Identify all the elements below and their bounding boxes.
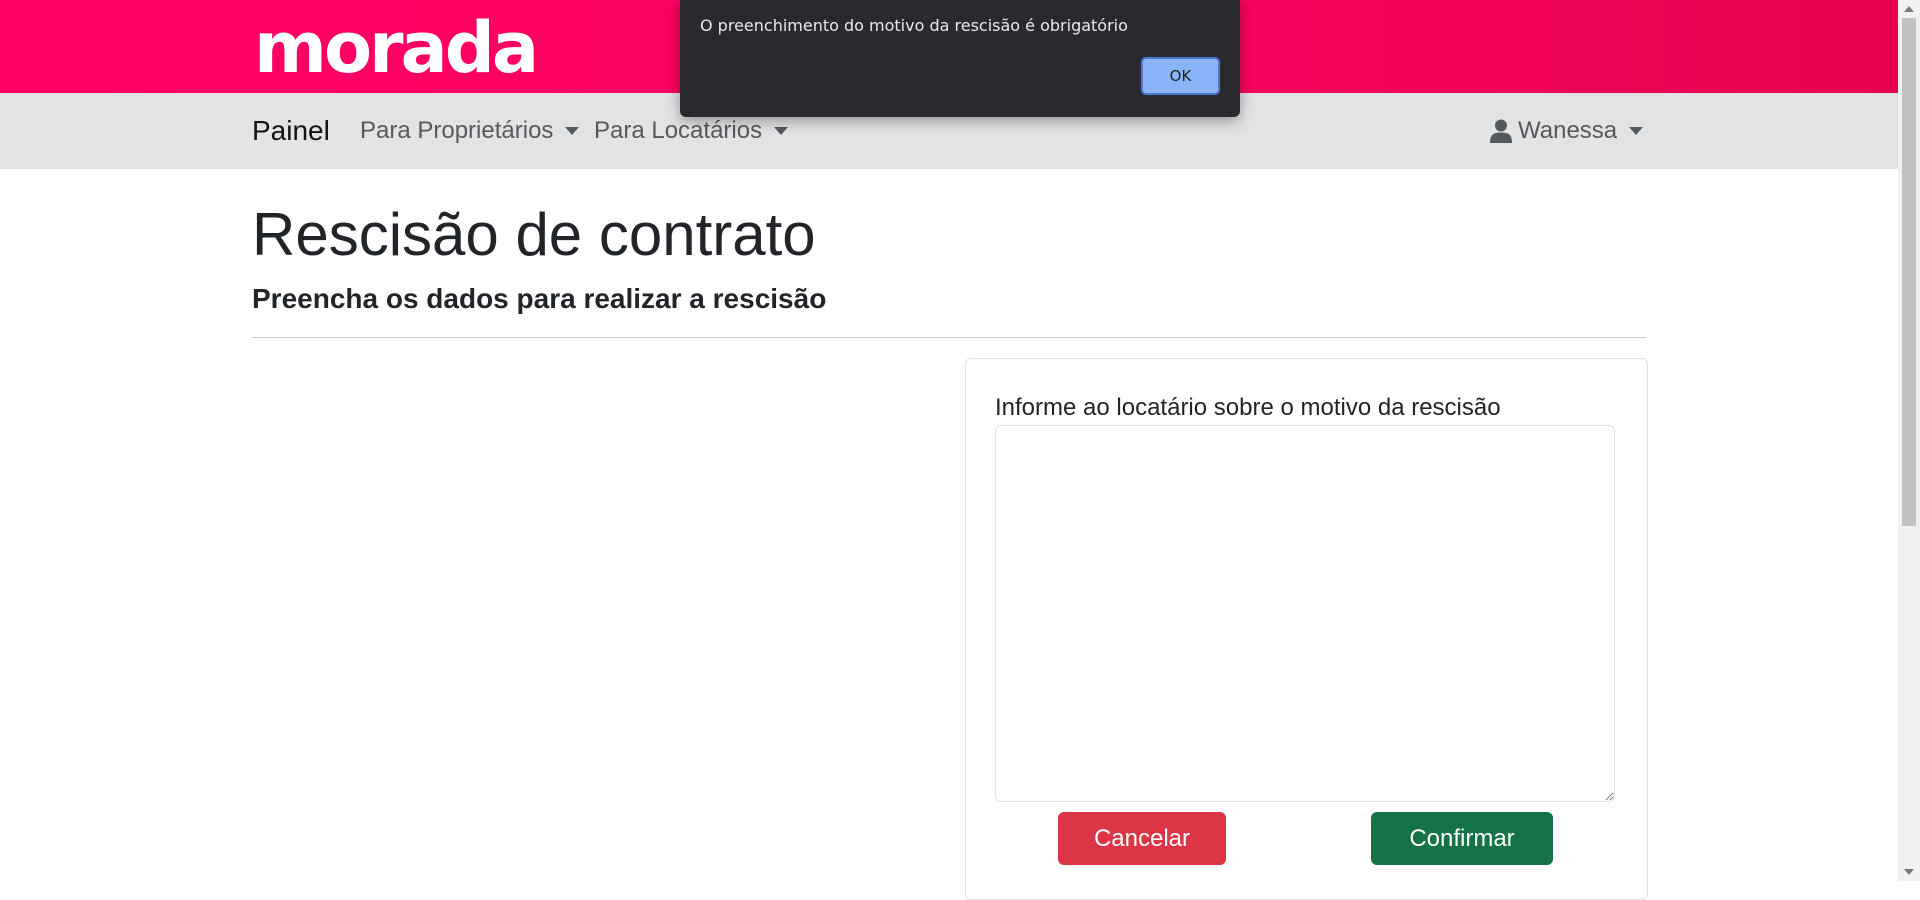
nav-dropdown-proprietarios[interactable]: Para Proprietários [360,93,580,169]
header-divider [252,337,1646,338]
user-name: Wanessa [1518,117,1618,144]
alert-message: O preenchimento do motivo da rescisão é … [700,16,1128,35]
user-icon [1490,119,1512,143]
page-title: Rescisão de contrato [252,201,816,268]
nav-painel-link[interactable]: Painel [252,93,330,169]
scroll-down-arrow-icon[interactable] [1904,869,1914,875]
caret-down-icon [774,127,789,135]
user-menu-dropdown[interactable]: Wanessa [1490,93,1644,169]
morada-logo[interactable]: morada [254,6,539,90]
caret-down-icon [1629,127,1644,135]
reason-textarea[interactable] [995,425,1615,802]
nav-dropdown-label: Para Proprietários [360,117,554,144]
nav-dropdown-label: Para Locatários [594,117,763,144]
confirm-button[interactable]: Confirmar [1371,812,1553,865]
alert-ok-button[interactable]: OK [1141,57,1220,95]
cancel-button[interactable]: Cancelar [1058,812,1226,865]
page-subtitle: Preencha os dados para realizar a rescis… [252,283,827,314]
reason-field-label: Informe ao locatário sobre o motivo da r… [995,394,1501,421]
scroll-up-arrow-icon[interactable] [1904,6,1914,12]
alert-dialog: O preenchimento do motivo da rescisão é … [680,0,1240,117]
scrollbar-thumb[interactable] [1902,18,1916,526]
caret-down-icon [565,127,580,135]
